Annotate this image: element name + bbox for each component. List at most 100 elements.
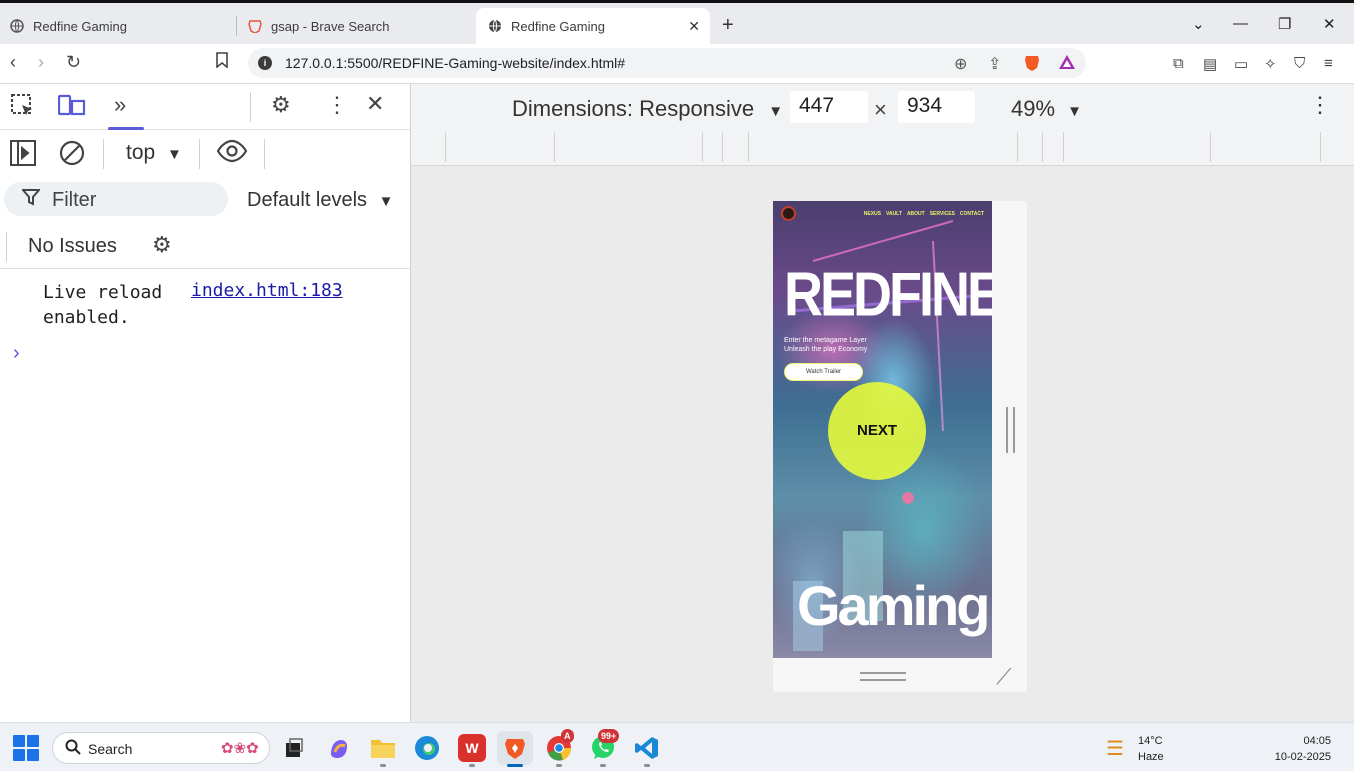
- plus-icon[interactable]: +: [722, 14, 734, 37]
- brave-shields-icon[interactable]: [1024, 54, 1040, 77]
- resize-handle-right[interactable]: [1006, 407, 1015, 453]
- edge-icon[interactable]: [413, 734, 441, 762]
- watch-trailer-button[interactable]: Watch Trailer: [784, 363, 863, 381]
- ruler-tick: [1017, 132, 1018, 162]
- nav-link-services[interactable]: SERVICES: [930, 211, 955, 217]
- height-input[interactable]: 934: [898, 91, 975, 123]
- live-expression-eye-icon[interactable]: [216, 137, 248, 171]
- wps-office-icon[interactable]: W: [458, 734, 486, 762]
- filter-input[interactable]: Filter: [4, 182, 228, 216]
- wallet-icon[interactable]: ▭: [1234, 55, 1248, 73]
- context-value: top: [126, 141, 156, 164]
- taskbar-search[interactable]: Search ✿❀✿: [52, 732, 270, 764]
- system-clock[interactable]: 04:05 10-02-2025: [1269, 733, 1331, 765]
- chrome-profile-badge: A: [561, 729, 574, 743]
- issues-settings-gear-icon[interactable]: ⚙: [152, 232, 172, 258]
- dimensions-dropdown[interactable]: Dimensions: Responsive ▼: [512, 96, 783, 122]
- context-selector[interactable]: top ▼: [126, 141, 182, 165]
- minimize-icon[interactable]: —: [1233, 15, 1248, 32]
- tab-gsap-search[interactable]: gsap - Brave Search: [248, 8, 468, 44]
- haze-weather-icon[interactable]: ☰: [1106, 736, 1124, 761]
- address-bar[interactable]: i 127.0.0.1:5500/REDFINE-Gaming-website/…: [248, 48, 1086, 78]
- hero-bottom-title: Gaming: [797, 574, 990, 637]
- width-input[interactable]: 447: [790, 91, 868, 123]
- divider: [6, 232, 7, 262]
- issues-count[interactable]: No Issues: [28, 235, 117, 258]
- clear-console-icon[interactable]: [58, 139, 86, 173]
- windows-start-icon[interactable]: [13, 735, 39, 761]
- divider: [103, 139, 104, 169]
- running-indicator: [556, 764, 562, 767]
- console-message-line2: enabled.: [43, 307, 130, 328]
- back-icon[interactable]: ‹: [10, 52, 16, 73]
- tab-separator: [236, 16, 237, 36]
- vpn-icon[interactable]: ⛉: [1294, 55, 1305, 72]
- sidebar-icon[interactable]: ▤: [1203, 55, 1217, 73]
- tab-title: Redfine Gaming: [33, 18, 127, 34]
- brave-browser-icon[interactable]: [497, 731, 533, 765]
- weather-desc: Haze: [1138, 751, 1164, 763]
- console-message-line1: Live reload: [43, 282, 163, 303]
- site-info-icon[interactable]: i: [258, 56, 272, 70]
- devtools-toolbar: » ⚙ ⋮ ✕: [0, 84, 410, 130]
- site-logo[interactable]: [781, 206, 796, 221]
- nav-link-nexus[interactable]: NEXUS: [864, 211, 881, 217]
- close-tab-icon[interactable]: ✕: [688, 18, 700, 35]
- close-devtools-icon[interactable]: ✕: [366, 91, 384, 117]
- file-explorer-icon[interactable]: [369, 734, 397, 762]
- search-icon: [65, 739, 81, 760]
- menu-icon[interactable]: ≡: [1324, 55, 1333, 72]
- running-indicator: [469, 764, 475, 767]
- next-video-button[interactable]: NEXT: [828, 382, 926, 480]
- log-levels-dropdown[interactable]: Default levels ▼: [247, 189, 393, 212]
- kebab-menu-icon[interactable]: ⋮: [326, 92, 348, 118]
- globe-icon: [10, 19, 24, 33]
- devtools-panel: » ⚙ ⋮ ✕ top ▼ Filter Default levels ▼ No…: [0, 84, 411, 722]
- search-label: Search: [88, 741, 133, 757]
- forward-icon[interactable]: ›: [38, 52, 44, 73]
- whatsapp-unread-badge: 99+: [598, 729, 620, 743]
- zoom-icon[interactable]: ⊕: [954, 54, 967, 74]
- copilot-icon[interactable]: [325, 734, 353, 762]
- leo-ai-icon[interactable]: ✧: [1264, 55, 1277, 73]
- globe-icon: [488, 19, 502, 33]
- share-icon[interactable]: ⇪: [988, 54, 1001, 74]
- dropdown-arrow-icon: ▼: [378, 193, 394, 210]
- vscode-icon[interactable]: [633, 734, 661, 762]
- media-query-ruler: [411, 132, 1354, 166]
- nav-link-contact[interactable]: CONTACT: [960, 211, 984, 217]
- settings-gear-icon[interactable]: ⚙: [271, 92, 291, 118]
- reload-icon[interactable]: ↻: [66, 52, 81, 73]
- brave-rewards-icon[interactable]: [1058, 54, 1076, 75]
- clock-time: 04:05: [1303, 735, 1331, 747]
- device-toggle-icon[interactable]: [57, 93, 86, 125]
- restore-icon[interactable]: ❐: [1278, 15, 1291, 33]
- hero-subtitle-line1: Enter the metagame Layer: [784, 337, 867, 344]
- extensions-icon[interactable]: ⧉: [1173, 55, 1184, 72]
- hero-subtitle: Enter the metagame Layer Unleash the pla…: [784, 336, 867, 354]
- device-options-icon[interactable]: ⋮: [1309, 92, 1331, 118]
- nav-link-about[interactable]: ABOUT: [907, 211, 925, 217]
- nav-link-vault[interactable]: VAULT: [886, 211, 902, 217]
- console-prompt-icon[interactable]: ›: [13, 342, 20, 365]
- ruler-tick: [1320, 132, 1321, 162]
- tab-redfine-gaming-active[interactable]: Redfine Gaming ✕: [476, 8, 710, 44]
- sidebar-toggle-icon[interactable]: [10, 140, 36, 172]
- console-source-link[interactable]: index.html:183: [191, 280, 343, 301]
- resize-corner-icon[interactable]: ⟋: [996, 664, 1011, 690]
- tab-title: gsap - Brave Search: [271, 18, 390, 34]
- chevron-down-icon[interactable]: ⌄: [1192, 15, 1205, 33]
- resize-handle-bottom[interactable]: [860, 672, 906, 681]
- zoom-dropdown[interactable]: 49% ▼: [1011, 96, 1082, 122]
- zoom-value: 49%: [1011, 96, 1056, 121]
- times-sign: ×: [874, 97, 887, 122]
- task-view-icon[interactable]: [279, 734, 307, 762]
- bookmark-icon[interactable]: [216, 52, 228, 73]
- close-window-icon[interactable]: ✕: [1323, 15, 1336, 33]
- more-panels-icon[interactable]: »: [114, 92, 126, 118]
- tab-redfine-gaming-1[interactable]: Redfine Gaming: [10, 8, 230, 44]
- weather-widget[interactable]: 14°C Haze: [1138, 733, 1164, 765]
- inspect-element-icon[interactable]: [10, 93, 36, 125]
- hero-subtitle-line2: Unleash the play Economy: [784, 346, 868, 353]
- filter-icon: [20, 188, 42, 211]
